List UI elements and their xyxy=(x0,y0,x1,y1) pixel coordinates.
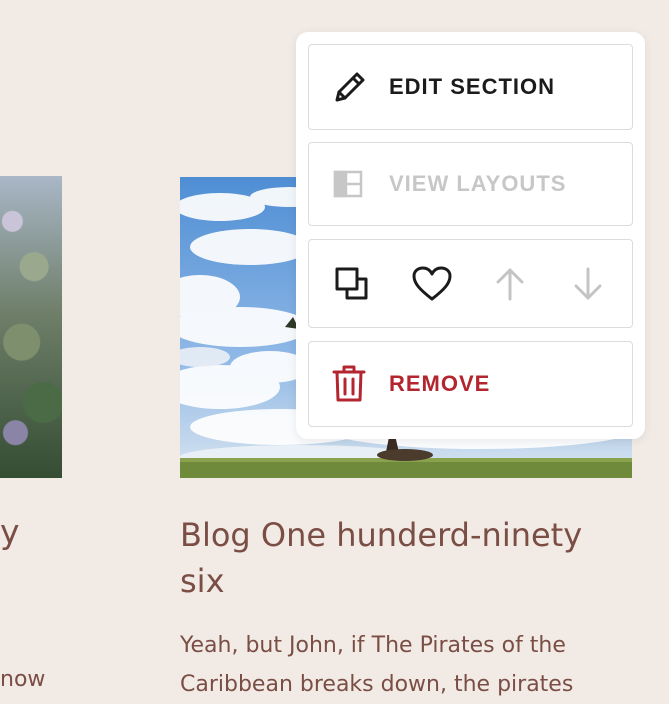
remove-section-button[interactable]: REMOVE xyxy=(308,341,633,427)
left-blog-image[interactable] xyxy=(0,176,62,478)
layout-icon xyxy=(331,167,365,201)
pencil-icon xyxy=(331,68,369,106)
edit-section-button[interactable]: EDIT SECTION xyxy=(308,44,633,130)
left-blog-title[interactable]: y xyxy=(0,512,20,551)
heart-icon[interactable] xyxy=(411,265,453,303)
arrow-up-icon[interactable] xyxy=(493,265,527,303)
blog-title[interactable]: Blog One hunderd-ninety six xyxy=(180,512,610,604)
arrow-down-icon[interactable] xyxy=(571,265,605,303)
trash-icon xyxy=(331,364,367,404)
view-layouts-button[interactable]: VIEW LAYOUTS xyxy=(308,142,633,226)
view-layouts-label: VIEW LAYOUTS xyxy=(389,171,567,196)
section-tools-row xyxy=(308,239,633,328)
left-blog-excerpt: now xyxy=(0,667,46,692)
blog-excerpt: Yeah, but John, if The Pirates of the Ca… xyxy=(180,633,574,697)
remove-label: REMOVE xyxy=(389,371,491,396)
section-menu: EDIT SECTION VIEW LAYOUTS REMOVE xyxy=(296,32,645,439)
edit-section-label: EDIT SECTION xyxy=(389,74,556,99)
duplicate-icon[interactable] xyxy=(333,265,371,303)
